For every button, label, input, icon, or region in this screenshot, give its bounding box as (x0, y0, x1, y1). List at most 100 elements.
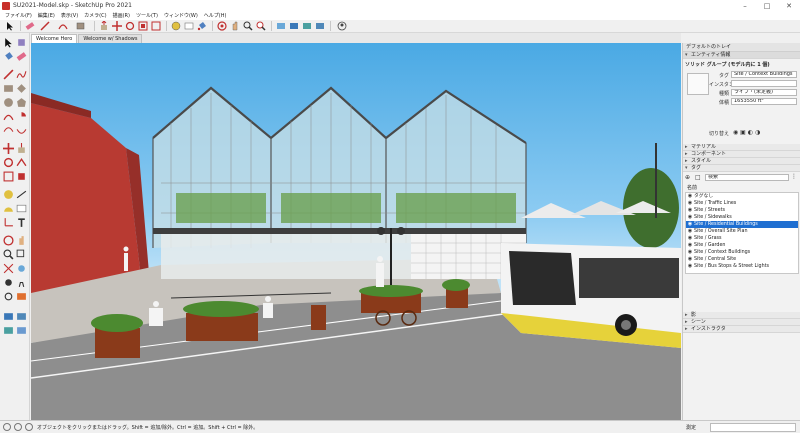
orbit-tool-icon[interactable] (216, 21, 227, 32)
move-tool-icon[interactable] (111, 21, 122, 32)
visibility-eye-icon[interactable]: ◉ (686, 256, 694, 263)
menu-window[interactable]: ウィンドウ(W) (161, 12, 201, 19)
scale-tool-icon[interactable] (137, 21, 148, 32)
tab-welcome-hero[interactable]: Welcome Hero (31, 34, 78, 43)
zoom-extents-icon[interactable] (255, 21, 266, 32)
zoom-tool-icon[interactable] (3, 249, 14, 260)
text-tool-icon[interactable] (183, 21, 194, 32)
position-camera-icon[interactable] (3, 277, 14, 288)
follow-me-icon[interactable] (16, 157, 27, 168)
tags-section[interactable]: ▾ タグ (683, 165, 800, 172)
extension-warehouse-icon[interactable] (288, 21, 299, 32)
previous-view-icon[interactable] (16, 263, 27, 274)
pan-tool-icon[interactable] (16, 235, 27, 246)
tag-row[interactable]: ◉ タグなし (686, 193, 798, 200)
pushpull-tool-icon[interactable] (98, 21, 109, 32)
menu-tools[interactable]: ツール(T) (133, 12, 161, 19)
tape-measure-icon[interactable] (3, 189, 14, 200)
zoom-tool-icon[interactable] (242, 21, 253, 32)
3d-warehouse-icon[interactable] (275, 21, 286, 32)
layout-send-icon[interactable] (3, 325, 14, 336)
tag-row[interactable]: ◉ Site / Overall Site Plan (686, 228, 798, 235)
scale-tool-icon[interactable] (3, 171, 14, 182)
add-tag-icon[interactable]: ⊕ (685, 174, 690, 181)
visibility-eye-icon[interactable]: ◉ (686, 221, 694, 228)
rotate-tool-icon[interactable] (3, 157, 14, 168)
solid-tools-icon[interactable] (16, 325, 27, 336)
move-tool-icon[interactable] (3, 143, 14, 154)
instance-input[interactable] (731, 80, 797, 87)
look-around-icon[interactable] (3, 291, 14, 302)
offset-tool-icon[interactable] (150, 21, 161, 32)
lock-icon[interactable]: ▣ (740, 129, 746, 136)
receive-shadows-icon[interactable]: ◐ (748, 129, 753, 136)
instructor-section[interactable]: ▸ インストラクタ (683, 326, 800, 333)
section-plane-icon[interactable] (16, 291, 27, 302)
visibility-eye-icon[interactable]: ◉ (686, 249, 694, 256)
2pt-arc-icon[interactable] (16, 125, 27, 136)
maximize-icon[interactable]: □ (756, 2, 778, 10)
entity-info-header[interactable]: ▾ エンティティ情報 (683, 52, 800, 59)
component-tool-icon[interactable] (16, 37, 27, 48)
account-icon[interactable] (334, 21, 350, 32)
rotate-tool-icon[interactable] (124, 21, 135, 32)
menu-camera[interactable]: カメラ(C) (81, 12, 109, 19)
arc-tool-icon[interactable] (55, 21, 71, 32)
shadows-section[interactable]: ▸ 影 (683, 312, 800, 319)
tab-welcome-shadows[interactable]: Welcome w/ Shadows (78, 34, 143, 43)
rotated-rectangle-icon[interactable] (16, 83, 27, 94)
visibility-eye-icon[interactable]: ◉ (686, 263, 694, 270)
select-tool-icon[interactable] (3, 37, 14, 48)
walk-tool-icon[interactable] (16, 277, 27, 288)
menu-edit[interactable]: 編集(E) (35, 12, 58, 19)
model-viewport[interactable] (31, 43, 681, 420)
arc-tool-icon[interactable] (3, 111, 14, 122)
close-icon[interactable]: ✕ (778, 2, 800, 10)
tape-measure-icon[interactable] (170, 21, 181, 32)
tag-row[interactable]: ◉ Site / Grass (686, 235, 798, 242)
tag-search-input[interactable]: 検索 (705, 174, 789, 181)
tag-row[interactable]: ◉ Site / Garden (686, 242, 798, 249)
protractor-tool-icon[interactable] (3, 203, 14, 214)
pie-tool-icon[interactable] (16, 111, 27, 122)
freehand-tool-icon[interactable] (16, 69, 27, 80)
tag-row[interactable]: ◉ Site / Sidewalks (686, 214, 798, 221)
line-tool-icon[interactable] (37, 21, 53, 32)
orbit-tool-icon[interactable] (3, 235, 14, 246)
polygon-tool-icon[interactable] (16, 97, 27, 108)
visibility-eye-icon[interactable]: ◉ (686, 193, 694, 200)
tag-row[interactable]: ◉ Site / Traffic Lines (686, 200, 798, 207)
extension-manager-icon[interactable] (314, 21, 325, 32)
menu-view[interactable]: 表示(V) (58, 12, 81, 19)
type-field[interactable]: ライブ・(未定義) (731, 89, 797, 96)
cast-shadows-icon[interactable]: ◑ (755, 129, 760, 136)
visibility-eye-icon[interactable]: ◉ (686, 235, 694, 242)
text-tool-icon[interactable] (16, 203, 27, 214)
select-tool-icon[interactable] (4, 21, 15, 32)
eye-icon[interactable]: ◉ (733, 129, 738, 136)
circle-tool-icon[interactable] (3, 97, 14, 108)
info-icon[interactable] (3, 423, 11, 431)
layout-icon[interactable] (301, 21, 312, 32)
pan-tool-icon[interactable] (229, 21, 240, 32)
paint-bucket-icon[interactable] (196, 21, 207, 32)
offset-tool-icon[interactable] (16, 171, 27, 182)
shape-tool-icon[interactable] (73, 21, 89, 32)
3pt-arc-icon[interactable] (3, 125, 14, 136)
tag-row-selected[interactable]: ◉ Site / Residential Buildings (686, 221, 798, 228)
axes-tool-icon[interactable] (3, 217, 14, 228)
zoom-extents-icon[interactable] (3, 263, 14, 274)
details-menu-icon[interactable]: ⋮ (791, 173, 797, 180)
minimize-icon[interactable]: – (734, 2, 756, 10)
tag-row[interactable]: ◉ Site / Context Buildings (686, 249, 798, 256)
components-section[interactable]: ▸ コンポーネント (683, 151, 800, 158)
menu-help[interactable]: ヘルプ(H) (201, 12, 230, 19)
visibility-eye-icon[interactable]: ◉ (686, 242, 694, 249)
credits-icon[interactable] (25, 423, 33, 431)
tag-select[interactable]: Site / Context Buildings (731, 71, 797, 78)
scenes-section[interactable]: ▸ シーン (683, 319, 800, 326)
visibility-eye-icon[interactable]: ◉ (686, 200, 694, 207)
styles-section[interactable]: ▸ スタイル (683, 158, 800, 165)
tag-column-header[interactable]: 名前 (687, 184, 697, 191)
visibility-eye-icon[interactable]: ◉ (686, 228, 694, 235)
